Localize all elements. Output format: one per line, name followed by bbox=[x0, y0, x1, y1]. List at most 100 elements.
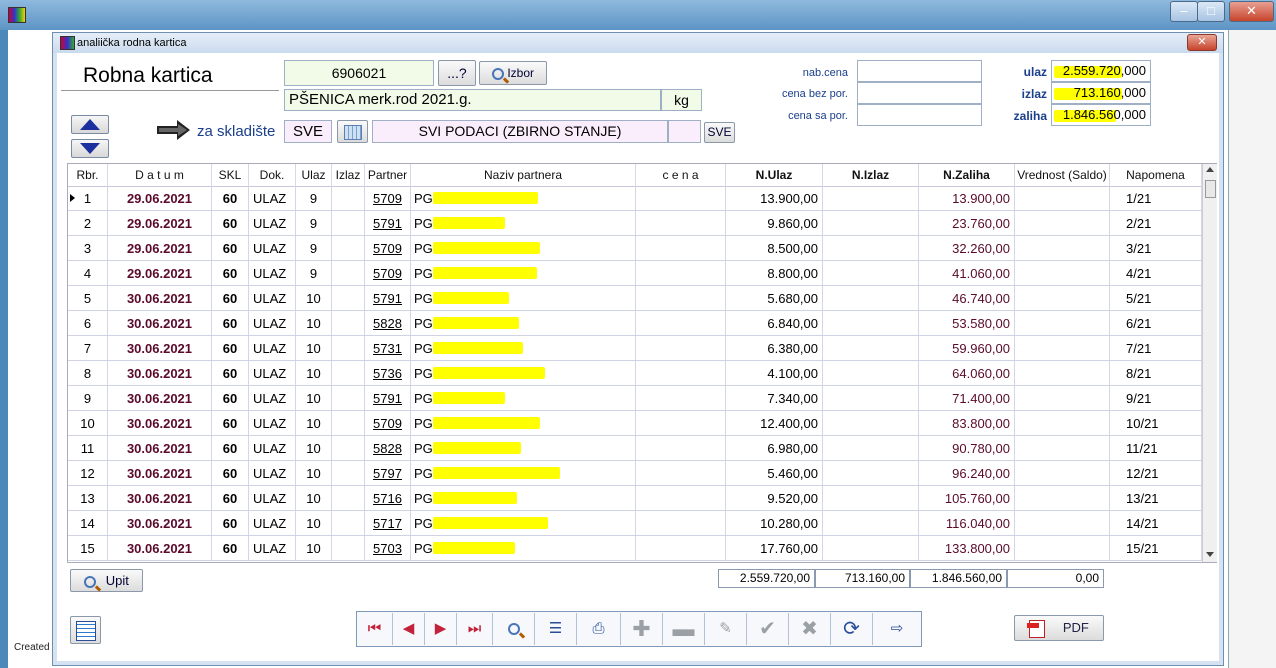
scrollbar-thumb[interactable] bbox=[1205, 180, 1216, 198]
search-icon bbox=[84, 575, 97, 588]
cell-n-ulaz: 7.340,00 bbox=[726, 386, 823, 410]
cell-naziv: PG bbox=[411, 311, 636, 335]
cell-partner[interactable]: 5791 bbox=[365, 211, 411, 235]
next-record-button[interactable]: ▶ bbox=[425, 613, 457, 645]
cell-partner[interactable]: 5731 bbox=[365, 336, 411, 360]
column-header[interactable]: Dok. bbox=[249, 164, 296, 186]
details-button[interactable]: ☰ bbox=[535, 613, 577, 645]
table-row[interactable]: 1 29.06.2021 60 ULAZ 9 5709 PG 13.900,00 13.900,… bbox=[68, 186, 1202, 211]
first-record-button[interactable]: ⏮ bbox=[357, 613, 393, 645]
scroll-down-button[interactable] bbox=[71, 139, 109, 158]
cell-napomena: 3/21 bbox=[1110, 236, 1202, 260]
cell-cena bbox=[636, 436, 726, 460]
column-header[interactable]: Ulaz bbox=[296, 164, 332, 186]
cell-vrednost bbox=[1015, 436, 1110, 460]
scroll-up-arrow-icon[interactable] bbox=[1206, 167, 1214, 172]
table-row[interactable]: 10 30.06.2021 60 ULAZ 10 5709 PG 12.400,00 83.80… bbox=[68, 411, 1202, 436]
table-row[interactable]: 15 30.06.2021 60 ULAZ 10 5703 PG 17.760,00 133.8… bbox=[68, 536, 1202, 561]
cell-partner[interactable]: 5797 bbox=[365, 461, 411, 485]
print-button[interactable]: ⎙ bbox=[577, 613, 621, 645]
upit-button[interactable]: Upit bbox=[70, 569, 143, 592]
cell-napomena: 8/21 bbox=[1110, 361, 1202, 385]
pdf-icon bbox=[1027, 619, 1046, 638]
maximize-icon[interactable]: □ bbox=[1197, 1, 1225, 22]
cell-partner[interactable]: 5709 bbox=[365, 236, 411, 260]
table-row[interactable]: 13 30.06.2021 60 ULAZ 10 5716 PG 9.520,00 105.76… bbox=[68, 486, 1202, 511]
table-row[interactable]: 4 29.06.2021 60 ULAZ 9 5709 PG 8.800,00 41.060,0… bbox=[68, 261, 1202, 286]
table-row[interactable]: 8 30.06.2021 60 ULAZ 10 5736 PG 4.100,00 64.060,… bbox=[68, 361, 1202, 386]
minimize-icon[interactable]: – bbox=[1170, 1, 1198, 22]
table-row[interactable]: 11 30.06.2021 60 ULAZ 10 5828 PG 6.980,00 90.780… bbox=[68, 436, 1202, 461]
table-row[interactable]: 12 30.06.2021 60 ULAZ 10 5797 PG 5.460,00 96.240… bbox=[68, 461, 1202, 486]
warehouse-code-input[interactable]: SVE bbox=[284, 120, 332, 143]
cell-n-zaliha: 41.060,00 bbox=[919, 261, 1015, 285]
column-header[interactable]: Rbr. bbox=[68, 164, 108, 186]
table-row[interactable]: 14 30.06.2021 60 ULAZ 10 5717 PG 10.280,00 116.0… bbox=[68, 511, 1202, 536]
cell-partner[interactable]: 5736 bbox=[365, 361, 411, 385]
cell-partner[interactable]: 5791 bbox=[365, 286, 411, 310]
izbor-button[interactable]: Izbor bbox=[479, 61, 547, 85]
last-record-button[interactable]: ⏭ bbox=[457, 613, 493, 645]
cell-partner[interactable]: 5709 bbox=[365, 186, 411, 210]
table-row[interactable]: 2 29.06.2021 60 ULAZ 9 5791 PG 9.860,00 23.760,0… bbox=[68, 211, 1202, 236]
preview-button[interactable] bbox=[493, 613, 535, 645]
table-row[interactable]: 5 30.06.2021 60 ULAZ 10 5791 PG 5.680,00 46.740,… bbox=[68, 286, 1202, 311]
cell-vrednost bbox=[1015, 236, 1110, 260]
cell-n-zaliha: 46.740,00 bbox=[919, 286, 1015, 310]
cell-izlaz bbox=[332, 411, 365, 435]
scroll-down-arrow-icon[interactable] bbox=[1206, 552, 1214, 557]
cell-partner[interactable]: 5703 bbox=[365, 536, 411, 560]
cell-rbr: 10 bbox=[68, 411, 108, 435]
cell-partner[interactable]: 5709 bbox=[365, 261, 411, 285]
column-header[interactable]: c e n a bbox=[636, 164, 726, 186]
cell-skl: 60 bbox=[212, 211, 249, 235]
delete-button[interactable]: ▬ bbox=[663, 613, 705, 645]
cell-n-zaliha: 105.760,00 bbox=[919, 486, 1015, 510]
column-header[interactable]: Vrednost (Saldo) bbox=[1015, 164, 1110, 186]
calculator-button[interactable] bbox=[70, 616, 101, 644]
add-button[interactable]: ✚ bbox=[621, 613, 663, 645]
column-header[interactable]: Izlaz bbox=[332, 164, 365, 186]
vertical-scrollbar[interactable] bbox=[1202, 164, 1217, 562]
cell-partner[interactable]: 5716 bbox=[365, 486, 411, 510]
edit-button[interactable]: ✎ bbox=[705, 613, 747, 645]
column-header[interactable]: N.Izlaz bbox=[823, 164, 919, 186]
column-header[interactable]: D a t u m bbox=[108, 164, 212, 186]
cell-n-izlaz bbox=[823, 236, 919, 260]
cell-partner[interactable]: 5828 bbox=[365, 311, 411, 335]
warehouse-picker-button[interactable] bbox=[337, 120, 368, 143]
column-header[interactable]: Napomena bbox=[1110, 164, 1202, 186]
exit-button[interactable]: ⇨ bbox=[873, 613, 921, 645]
pdf-button[interactable]: PDF bbox=[1014, 615, 1104, 641]
column-header[interactable]: Partner bbox=[365, 164, 411, 186]
cell-ulaz: 10 bbox=[296, 436, 332, 460]
cell-napomena: 4/21 bbox=[1110, 261, 1202, 285]
cell-partner[interactable]: 5717 bbox=[365, 511, 411, 535]
table-row[interactable]: 7 30.06.2021 60 ULAZ 10 5731 PG 6.380,00 59.960,… bbox=[68, 336, 1202, 361]
table-row[interactable]: 9 30.06.2021 60 ULAZ 10 5791 PG 7.340,00 71.400,… bbox=[68, 386, 1202, 411]
column-header[interactable]: N.Zaliha bbox=[919, 164, 1015, 186]
cell-partner[interactable]: 5791 bbox=[365, 386, 411, 410]
column-header[interactable]: N.Ulaz bbox=[726, 164, 823, 186]
table-row[interactable]: 6 30.06.2021 60 ULAZ 10 5828 PG 6.840,00 53.580,… bbox=[68, 311, 1202, 336]
cell-datum: 30.06.2021 bbox=[108, 411, 212, 435]
transactions-grid[interactable]: Rbr. D a t u m SKL Dok. Ulaz Izlaz Partner Nazi… bbox=[67, 163, 1217, 563]
cell-partner[interactable]: 5828 bbox=[365, 436, 411, 460]
close-icon[interactable]: ✕ bbox=[1229, 1, 1274, 22]
cancel-button[interactable]: ✖ bbox=[789, 613, 831, 645]
refresh-button[interactable]: ⟳ bbox=[831, 613, 873, 645]
child-close-button[interactable]: ✕ bbox=[1187, 34, 1217, 51]
scroll-up-button[interactable] bbox=[71, 115, 109, 134]
article-code-input[interactable]: 6906021 bbox=[284, 60, 434, 86]
confirm-button[interactable]: ✔ bbox=[747, 613, 789, 645]
column-header[interactable]: Naziv partnera bbox=[411, 164, 636, 186]
ulaz-label: ulaz bbox=[1023, 65, 1047, 79]
cell-naziv: PG bbox=[411, 261, 636, 285]
browse-button[interactable]: ...? bbox=[438, 60, 476, 86]
cell-partner[interactable]: 5709 bbox=[365, 411, 411, 435]
table-row[interactable]: 3 29.06.2021 60 ULAZ 9 5709 PG 8.500,00 32.260,0… bbox=[68, 236, 1202, 261]
cell-cena bbox=[636, 386, 726, 410]
sve-button[interactable]: SVE bbox=[704, 122, 735, 143]
prev-record-button[interactable]: ◀ bbox=[393, 613, 425, 645]
column-header[interactable]: SKL bbox=[212, 164, 249, 186]
